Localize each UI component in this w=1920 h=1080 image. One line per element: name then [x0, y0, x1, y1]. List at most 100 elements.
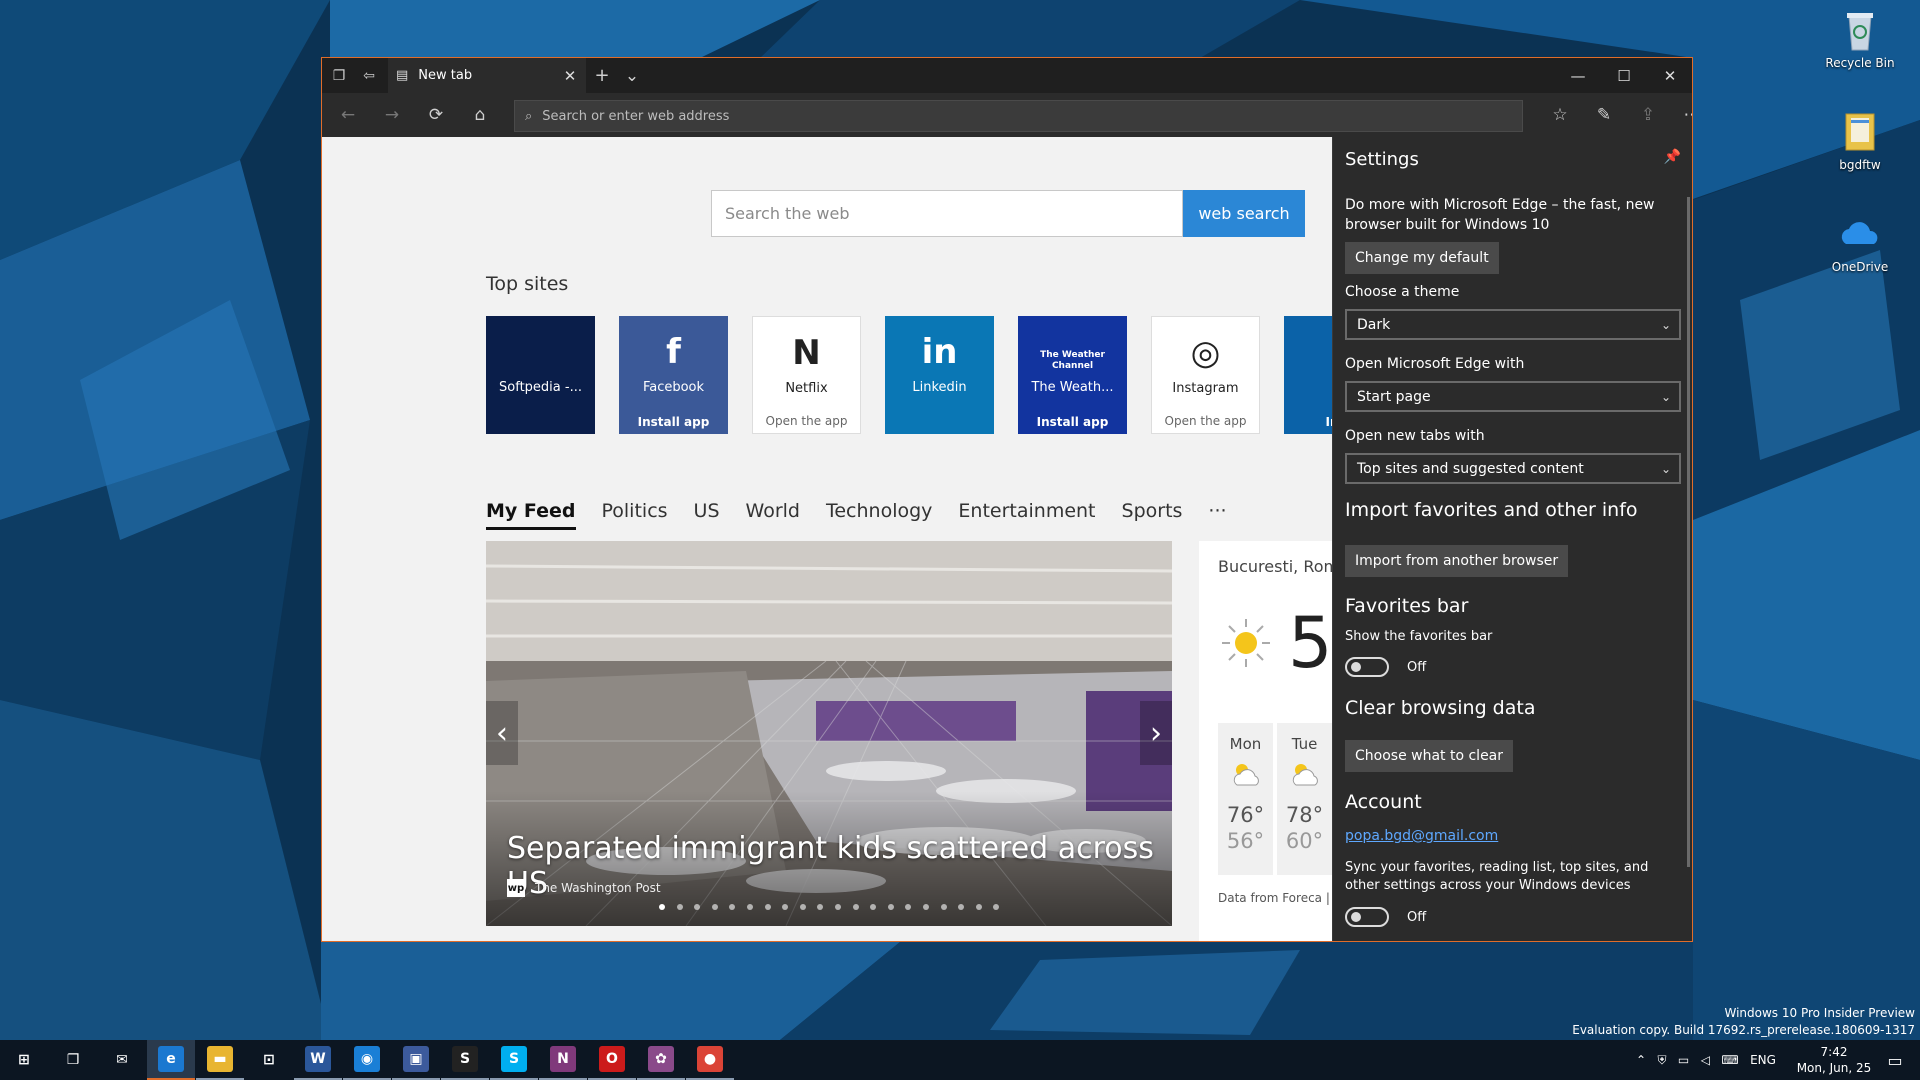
hero-carousel[interactable]: ‹ › Separated immigrant kids scattered a…	[486, 541, 1172, 926]
favorites-icon[interactable]: ☆	[1538, 93, 1582, 137]
close-button[interactable]: ✕	[1647, 58, 1692, 93]
carousel-dot[interactable]	[887, 904, 894, 910]
carousel-dot[interactable]	[711, 904, 718, 910]
forward-icon[interactable]: →	[370, 93, 414, 137]
account-email-link[interactable]: popa.bgd@gmail.com	[1345, 828, 1498, 844]
top-site-tile[interactable]: in Linkedin	[885, 316, 994, 434]
new-tab-icon[interactable]: +	[587, 58, 617, 93]
carousel-dot[interactable]	[659, 904, 665, 910]
feed-tab[interactable]: ···	[1208, 500, 1226, 530]
carousel-dot[interactable]	[993, 904, 1000, 910]
taskbar-chrome-button[interactable]: ●	[686, 1040, 734, 1080]
settings-scrollbar[interactable]	[1687, 197, 1690, 867]
top-site-tile[interactable]: Pa Inst	[1284, 316, 1332, 434]
action-center-icon[interactable]: ▭	[1880, 1040, 1910, 1080]
pin-icon[interactable]: 📌	[1664, 149, 1681, 165]
feed-tab[interactable]: Technology	[826, 500, 932, 530]
forecast-day[interactable]: Mon 76° 56°	[1218, 723, 1273, 875]
favorites-bar-toggle[interactable]: Off	[1345, 657, 1426, 677]
taskbar-remote-desktop-button[interactable]: ▣	[392, 1040, 440, 1080]
carousel-next-icon[interactable]: ›	[1140, 701, 1172, 765]
taskbar-file-explorer-button[interactable]: ▬	[196, 1040, 244, 1080]
language-indicator[interactable]: ENG	[1750, 1053, 1776, 1067]
taskbar-opera-button[interactable]: O	[588, 1040, 636, 1080]
top-site-tile[interactable]: f Facebook Install app	[619, 316, 728, 434]
top-site-tile[interactable]: Softpedia -...	[486, 316, 595, 434]
address-bar[interactable]: ⌕	[514, 100, 1523, 132]
weather-card[interactable]: Bucuresti, Roma 56 Mon 76° 56° Tue 78° 6…	[1199, 541, 1332, 941]
sync-toggle[interactable]: Off	[1345, 907, 1426, 927]
site-action[interactable]: Install app	[1018, 410, 1127, 434]
top-site-tile[interactable]: N Netflix Open the app	[752, 316, 861, 434]
desktop-icon-onedrive[interactable]: OneDrive	[1818, 212, 1902, 274]
carousel-dot[interactable]	[870, 904, 877, 910]
taskbar-store-button[interactable]: ⊡	[245, 1040, 293, 1080]
carousel-dot[interactable]	[764, 904, 771, 910]
taskbar-app-s-button[interactable]: S	[441, 1040, 489, 1080]
tab-list-icon[interactable]: ⌄	[617, 58, 647, 93]
carousel-dot[interactable]	[817, 904, 824, 910]
new-tabs-select[interactable]: Top sites and suggested content ⌄	[1345, 453, 1681, 484]
home-icon[interactable]: ⌂	[458, 93, 502, 137]
import-button[interactable]: Import from another browser	[1345, 545, 1569, 577]
taskbar-skype-button[interactable]: S	[490, 1040, 538, 1080]
share-icon[interactable]: ⇪	[1626, 93, 1670, 137]
carousel-dot[interactable]	[799, 904, 806, 910]
site-action[interactable]: Install app	[619, 410, 728, 434]
tabs-aside-icon[interactable]: ❐	[324, 58, 354, 93]
tab-new-tab[interactable]: ▤ New tab ✕	[388, 58, 586, 93]
site-action[interactable]	[486, 410, 595, 434]
taskbar-mail-button[interactable]: ✉	[98, 1040, 146, 1080]
top-site-tile[interactable]: The Weather Channel The Weath... Install a…	[1018, 316, 1127, 434]
feed-tab[interactable]: Politics	[602, 500, 668, 530]
taskbar-task-view-button[interactable]: ❐	[49, 1040, 97, 1080]
taskbar-onenote-button[interactable]: N	[539, 1040, 587, 1080]
clock[interactable]: 7:42 Mon, Jun, 25	[1784, 1044, 1884, 1076]
taskbar-word-button[interactable]: W	[294, 1040, 342, 1080]
carousel-dot[interactable]	[782, 904, 789, 910]
forecast-day[interactable]: Tue 78° 60°	[1277, 723, 1332, 875]
carousel-dot[interactable]	[905, 904, 912, 910]
keyboard-icon[interactable]: ⌨	[1721, 1053, 1738, 1067]
maximize-button[interactable]: ☐	[1601, 58, 1647, 93]
back-icon[interactable]: ←	[326, 93, 370, 137]
site-action[interactable]	[885, 410, 994, 434]
site-action[interactable]: Inst	[1284, 410, 1332, 434]
carousel-dot[interactable]	[852, 904, 859, 910]
carousel-dot[interactable]	[975, 904, 982, 910]
carousel-dot[interactable]	[694, 904, 701, 910]
choose-what-to-clear-button[interactable]: Choose what to clear	[1345, 740, 1514, 772]
feed-tab[interactable]: Sports	[1122, 500, 1183, 530]
carousel-dot[interactable]	[676, 904, 683, 910]
site-action[interactable]: Open the app	[753, 409, 860, 433]
carousel-dot[interactable]	[922, 904, 929, 910]
open-with-select[interactable]: Start page ⌄	[1345, 381, 1681, 412]
feed-tab[interactable]: My Feed	[486, 500, 576, 530]
defender-icon[interactable]: ⛨	[1657, 1053, 1666, 1068]
carousel-dot[interactable]	[746, 904, 753, 910]
weather-data-source[interactable]: Data from Foreca | U	[1218, 891, 1332, 905]
notes-icon[interactable]: ✎	[1582, 93, 1626, 137]
feed-tab[interactable]: World	[746, 500, 800, 530]
network-icon[interactable]: ▭	[1678, 1053, 1689, 1067]
set-tabs-aside-icon[interactable]: ⇦	[354, 58, 384, 93]
feed-tab[interactable]: US	[694, 500, 720, 530]
carousel-dot[interactable]	[940, 904, 947, 910]
feed-tab[interactable]: Entertainment	[958, 500, 1095, 530]
tab-close-icon[interactable]: ✕	[560, 58, 580, 93]
web-search-input[interactable]: Search the web	[711, 190, 1183, 237]
taskbar-app-blue-button[interactable]: ◉	[343, 1040, 391, 1080]
minimize-button[interactable]: —	[1555, 58, 1601, 93]
taskbar-edge-button[interactable]: e	[147, 1040, 195, 1080]
more-icon[interactable]: ⋯	[1670, 93, 1693, 137]
taskbar-start-button[interactable]: ⊞	[0, 1040, 48, 1080]
carousel-dot[interactable]	[834, 904, 841, 910]
top-site-tile[interactable]: ◎ Instagram Open the app	[1151, 316, 1260, 434]
desktop-icon-bgdftw[interactable]: bgdftw	[1818, 110, 1902, 172]
carousel-prev-icon[interactable]: ‹	[486, 701, 518, 765]
carousel-dot[interactable]	[729, 904, 736, 910]
web-search-button[interactable]: web search	[1183, 190, 1305, 237]
show-hidden-icons-icon[interactable]: ⌃	[1636, 1053, 1646, 1067]
refresh-icon[interactable]: ⟳	[414, 93, 458, 137]
desktop-icon-recycle-bin[interactable]: Recycle Bin	[1818, 8, 1902, 70]
